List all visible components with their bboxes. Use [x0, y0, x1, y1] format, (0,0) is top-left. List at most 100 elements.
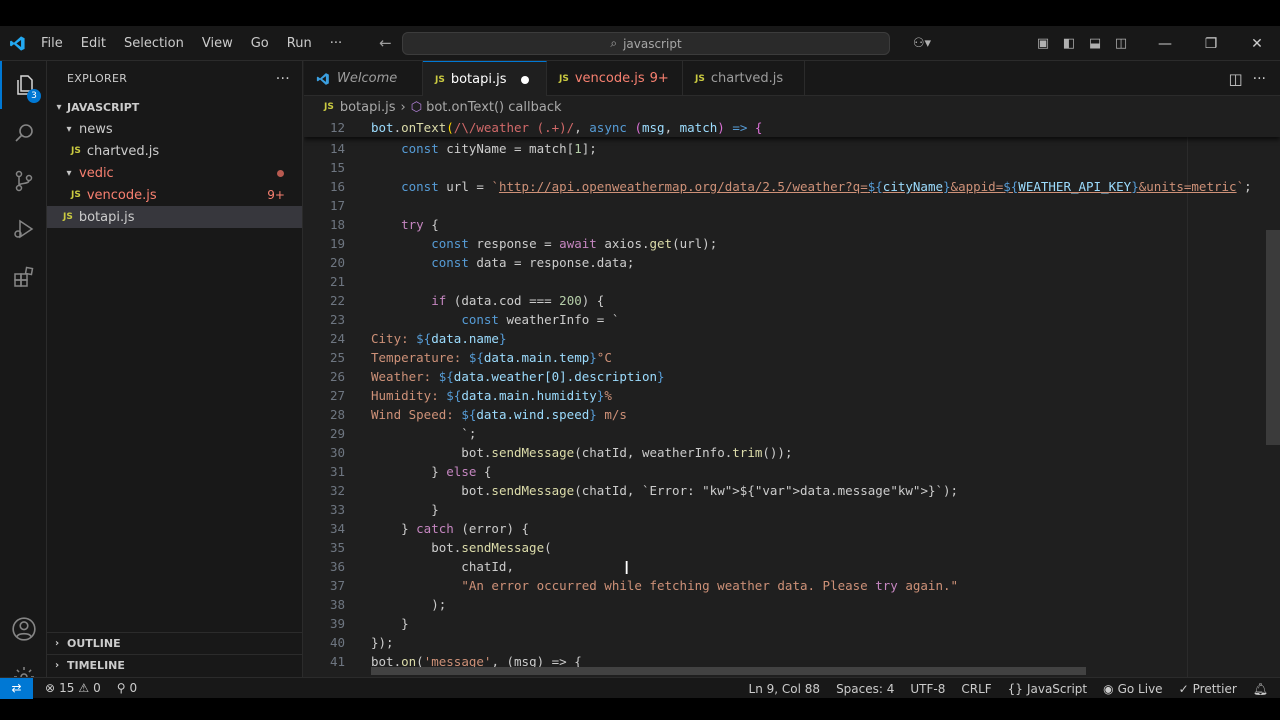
code-text: } catch (error) { — [371, 521, 530, 536]
explorer-activity[interactable]: 3 — [0, 61, 47, 109]
file-chartved[interactable]: JS chartved.js — [47, 140, 302, 162]
tab-label: vencode.js — [574, 71, 645, 86]
code-text: Weather: ${data.weather[0].description} — [371, 369, 665, 384]
line-number: 32 — [329, 483, 345, 498]
activity-bar: 3 — [0, 61, 47, 687]
tab-welcome[interactable]: Welcome — [304, 61, 423, 96]
code-line: 32 bot.sendMessage(chatId, `Error: "kw">… — [304, 481, 1280, 500]
folder-news[interactable]: ▾ news — [47, 118, 302, 140]
minimize-icon[interactable]: — — [1142, 26, 1188, 61]
extensions-activity[interactable] — [0, 253, 47, 301]
line-number: 24 — [329, 331, 345, 346]
ports-indicator[interactable]: ⚲ 0 — [109, 678, 145, 699]
vertical-scrollbar[interactable] — [1266, 230, 1280, 445]
prettier-button[interactable]: ✓ Prettier — [1171, 678, 1245, 699]
language-label: JavaScript — [1026, 681, 1088, 696]
account-icon — [11, 617, 36, 641]
code-text: bot.sendMessage(chatId, `Error: "kw">${"… — [371, 483, 959, 498]
source-control-activity[interactable] — [0, 157, 47, 205]
file-botapi[interactable]: JS botapi.js — [47, 206, 302, 228]
file-label: chartved.js — [86, 143, 160, 159]
split-editor-icon[interactable]: ◫ — [1228, 70, 1242, 88]
code-line: 28 Wind Speed: ${data.wind.speed} m/s — [304, 405, 1280, 424]
notifications-button[interactable]: 🔔︎ — [1245, 678, 1280, 699]
line-number: 41 — [329, 654, 345, 669]
toggle-panel-icon[interactable]: ⬓ — [1082, 26, 1108, 61]
code-editor[interactable]: 12 bot.onText(/\/weather (.+)/, async (ms… — [304, 118, 1280, 677]
restore-icon[interactable]: ❐ — [1188, 26, 1234, 61]
menu-edit[interactable]: Edit — [72, 36, 115, 51]
bell-icon: 🔔︎ — [1252, 681, 1268, 696]
tab-vencode[interactable]: JS vencode.js 9+ — [547, 61, 683, 96]
menu-view[interactable]: View — [193, 36, 242, 51]
search-activity[interactable] — [0, 109, 47, 157]
menu-go[interactable]: Go — [242, 36, 278, 51]
line-ending[interactable]: CRLF — [953, 678, 999, 699]
code-text: "An error occurred while fetching weathe… — [461, 578, 959, 593]
line-number: 31 — [329, 464, 345, 479]
menu-file[interactable]: File — [32, 36, 72, 51]
explorer-badge: 3 — [27, 89, 41, 103]
code-text: const response = await axios.get(url); — [431, 236, 718, 251]
close-icon[interactable]: ✕ — [1234, 26, 1280, 61]
workspace-root[interactable]: ▾ JAVASCRIPT — [47, 96, 302, 118]
code-text: Humidity: ${data.main.humidity}% — [371, 388, 612, 403]
symbol-method-icon: ⬡ — [410, 99, 423, 115]
line-number: 23 — [329, 312, 345, 327]
line-number: 27 — [329, 388, 345, 403]
accounts-activity[interactable] — [0, 605, 47, 653]
error-icon: ⊗ — [45, 681, 56, 695]
warning-icon: ⚠ — [78, 681, 90, 695]
tab-chartved[interactable]: JS chartved.js — [683, 61, 805, 96]
code-line: 23 const weatherInfo = ` — [304, 310, 1280, 329]
code-text: bot.sendMessage(chatId, weatherInfo.trim… — [371, 445, 793, 460]
unsaved-dot-icon[interactable] — [520, 75, 529, 84]
file-label: botapi.js — [78, 209, 135, 225]
folder-vedic[interactable]: ▾ vedic — [47, 162, 302, 184]
check-double-icon: ✓ — [1178, 681, 1189, 696]
line-number: 17 — [329, 198, 345, 213]
toggle-primary-sidebar-icon[interactable]: ◧ — [1056, 26, 1082, 61]
breadcrumb-file[interactable]: botapi.js — [340, 100, 396, 115]
language-mode[interactable]: {} JavaScript — [1000, 678, 1095, 699]
more-actions-icon[interactable]: ··· — [276, 71, 290, 87]
code-text: } — [371, 502, 439, 517]
remote-indicator[interactable]: ⇄ — [0, 677, 33, 699]
problems-indicator[interactable]: ⊗ 15 ⚠ 0 — [37, 678, 109, 699]
code-text: ); — [371, 597, 447, 612]
outline-section[interactable]: › OUTLINE — [47, 632, 302, 654]
more-actions-icon[interactable]: ··· — [1253, 71, 1266, 87]
indentation[interactable]: Spaces: 4 — [828, 678, 902, 699]
breadcrumb-symbol[interactable]: bot.onText() callback — [426, 100, 561, 115]
tab-botapi[interactable]: JS botapi.js — [423, 61, 547, 97]
cursor-position[interactable]: Ln 9, Col 88 — [741, 678, 829, 699]
menu-selection[interactable]: Selection — [115, 36, 193, 51]
line-number: 28 — [329, 407, 345, 422]
menu-more[interactable]: ··· — [321, 36, 351, 51]
code-line: 20 const data = response.data; — [304, 253, 1280, 272]
customize-layout-icon[interactable]: ▣ — [1030, 26, 1056, 61]
encoding[interactable]: UTF-8 — [902, 678, 953, 699]
code-text: bot.sendMessage( — [371, 540, 552, 555]
explorer-header: EXPLORER ··· — [47, 61, 302, 96]
line-number: 33 — [329, 502, 345, 517]
back-arrow-icon[interactable]: ← — [379, 34, 392, 52]
run-debug-activity[interactable] — [0, 205, 47, 253]
code-text: } — [371, 616, 409, 631]
command-center-search[interactable]: ⌕ javascript — [402, 32, 890, 55]
line-number: 30 — [329, 445, 345, 460]
toggle-secondary-sidebar-icon[interactable]: ◫ — [1108, 26, 1134, 61]
line-number: 15 — [329, 160, 345, 175]
go-live-button[interactable]: ◉ Go Live — [1095, 678, 1170, 699]
code-line: 31 } else { — [304, 462, 1280, 481]
vscode-window: File Edit Selection View Go Run ··· ← → … — [0, 26, 1280, 699]
copilot-icon[interactable]: ⚇▾ — [904, 26, 940, 61]
js-file-icon: JS — [435, 74, 445, 85]
code-line: 15 — [304, 158, 1280, 177]
menu-run[interactable]: Run — [278, 36, 321, 51]
line-number: 21 — [329, 274, 345, 289]
horizontal-scrollbar[interactable] — [371, 667, 1086, 675]
timeline-section[interactable]: › TIMELINE — [47, 654, 302, 676]
file-vencode[interactable]: JS vencode.js 9+ — [47, 184, 302, 206]
code-text: const data = response.data; — [431, 255, 635, 270]
